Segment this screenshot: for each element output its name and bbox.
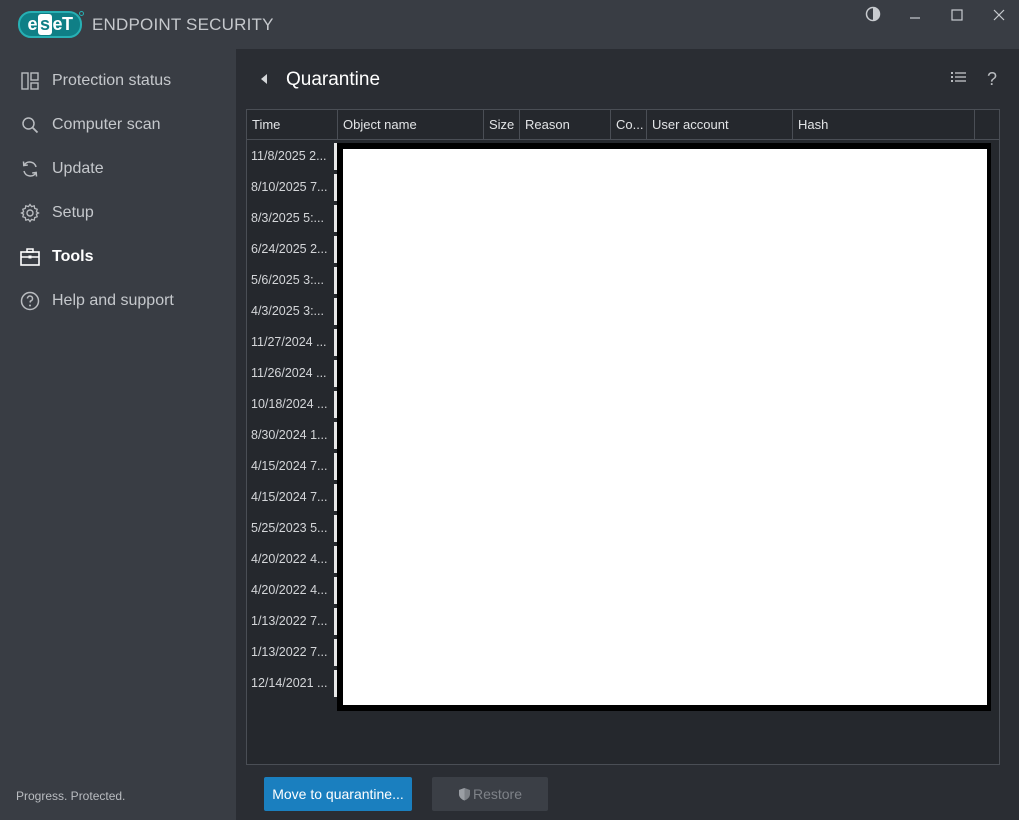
column-header-hash[interactable]: Hash <box>793 110 975 140</box>
table-row[interactable]: 4/15/2024 7... <box>247 451 338 482</box>
table-row[interactable]: 1/13/2022 7... <box>247 637 338 668</box>
restore-label: Restore <box>472 786 523 802</box>
column-header-count[interactable]: Co... <box>611 110 647 140</box>
table-row[interactable]: 8/10/2025 7... <box>247 172 338 203</box>
table-row[interactable]: 4/20/2022 4... <box>247 575 338 606</box>
column-header-reason[interactable]: Reason <box>520 110 611 140</box>
list-view-icon[interactable] <box>949 69 969 89</box>
table-row[interactable]: 4/15/2024 7... <box>247 482 338 513</box>
column-header-size[interactable]: Size <box>484 110 520 140</box>
title-bar: e s eT ENDPOINT SECURITY <box>0 0 1019 49</box>
table-row[interactable]: 12/14/2021 ... <box>247 668 338 699</box>
sidebar-item-label: Tools <box>52 248 94 265</box>
move-to-quarantine-button[interactable]: Move to quarantine... <box>264 777 412 811</box>
sidebar-item-protection-status[interactable]: Protection status <box>0 59 236 103</box>
sidebar-item-computer-scan[interactable]: Computer scan <box>0 103 236 147</box>
column-header-time[interactable]: Time <box>247 110 338 140</box>
eset-logo: e s eT <box>18 11 84 38</box>
minimize-icon[interactable] <box>904 6 926 28</box>
sidebar-item-label: Setup <box>52 204 94 221</box>
sidebar-item-setup[interactable]: Setup <box>0 191 236 235</box>
table-header: Time Object name Size Reason Co... User … <box>247 110 999 140</box>
table-row[interactable]: 4/3/2025 3:... <box>247 296 338 327</box>
table-row[interactable]: 5/25/2023 5... <box>247 513 338 544</box>
quarantine-table: Time Object name Size Reason Co... User … <box>246 109 1000 765</box>
column-header-object-name[interactable]: Object name <box>338 110 484 140</box>
restore-button[interactable]: Restore <box>432 777 548 811</box>
table-row[interactable]: 11/27/2024 ... <box>247 327 338 358</box>
page-title: Quarantine <box>286 69 381 90</box>
table-row[interactable]: 4/20/2022 4... <box>247 544 338 575</box>
table-row[interactable]: 10/18/2024 ... <box>247 389 338 420</box>
contrast-icon[interactable] <box>862 6 884 28</box>
eset-window: e s eT ENDPOINT SECURITY Protection status <box>0 0 1019 820</box>
tagline: Progress. Protected. <box>16 789 126 803</box>
sidebar-item-help-and-support[interactable]: Help and support <box>0 279 236 323</box>
product-title: ENDPOINT SECURITY <box>92 15 274 34</box>
table-row[interactable]: 6/24/2025 2... <box>247 234 338 265</box>
table-row[interactable]: 8/30/2024 1... <box>247 420 338 451</box>
search-icon <box>20 115 40 135</box>
sidebar-item-label: Help and support <box>52 292 174 309</box>
blank-panel <box>343 149 987 705</box>
column-header-user-account[interactable]: User account <box>647 110 793 140</box>
table-row[interactable]: 11/26/2024 ... <box>247 358 338 389</box>
shield-icon <box>458 787 471 801</box>
table-row[interactable]: 5/6/2025 3:... <box>247 265 338 296</box>
sidebar-item-label: Computer scan <box>52 116 161 133</box>
back-icon[interactable] <box>256 71 272 87</box>
table-row[interactable]: 8/3/2025 5:... <box>247 203 338 234</box>
table-row[interactable]: 1/13/2022 7... <box>247 606 338 637</box>
help-question-icon[interactable]: ? <box>982 69 1002 89</box>
refresh-icon <box>20 159 40 179</box>
table-row[interactable]: 11/8/2025 2... <box>247 141 338 172</box>
sidebar-item-tools[interactable]: Tools <box>0 235 236 279</box>
sidebar-item-label: Protection status <box>52 72 172 89</box>
sidebar-item-label: Update <box>52 160 104 177</box>
unrendered-content-area <box>337 143 991 711</box>
main-content: Quarantine ? Time Object name Size Reaso… <box>236 49 1019 820</box>
maximize-icon[interactable] <box>946 6 968 28</box>
sidebar-item-update[interactable]: Update <box>0 147 236 191</box>
close-icon[interactable] <box>988 6 1010 28</box>
gear-icon <box>20 203 40 223</box>
toolbox-icon <box>20 247 40 267</box>
sidebar: Protection status Computer scan Update S… <box>0 49 236 820</box>
help-icon <box>20 291 40 311</box>
dashboard-icon <box>20 71 40 91</box>
